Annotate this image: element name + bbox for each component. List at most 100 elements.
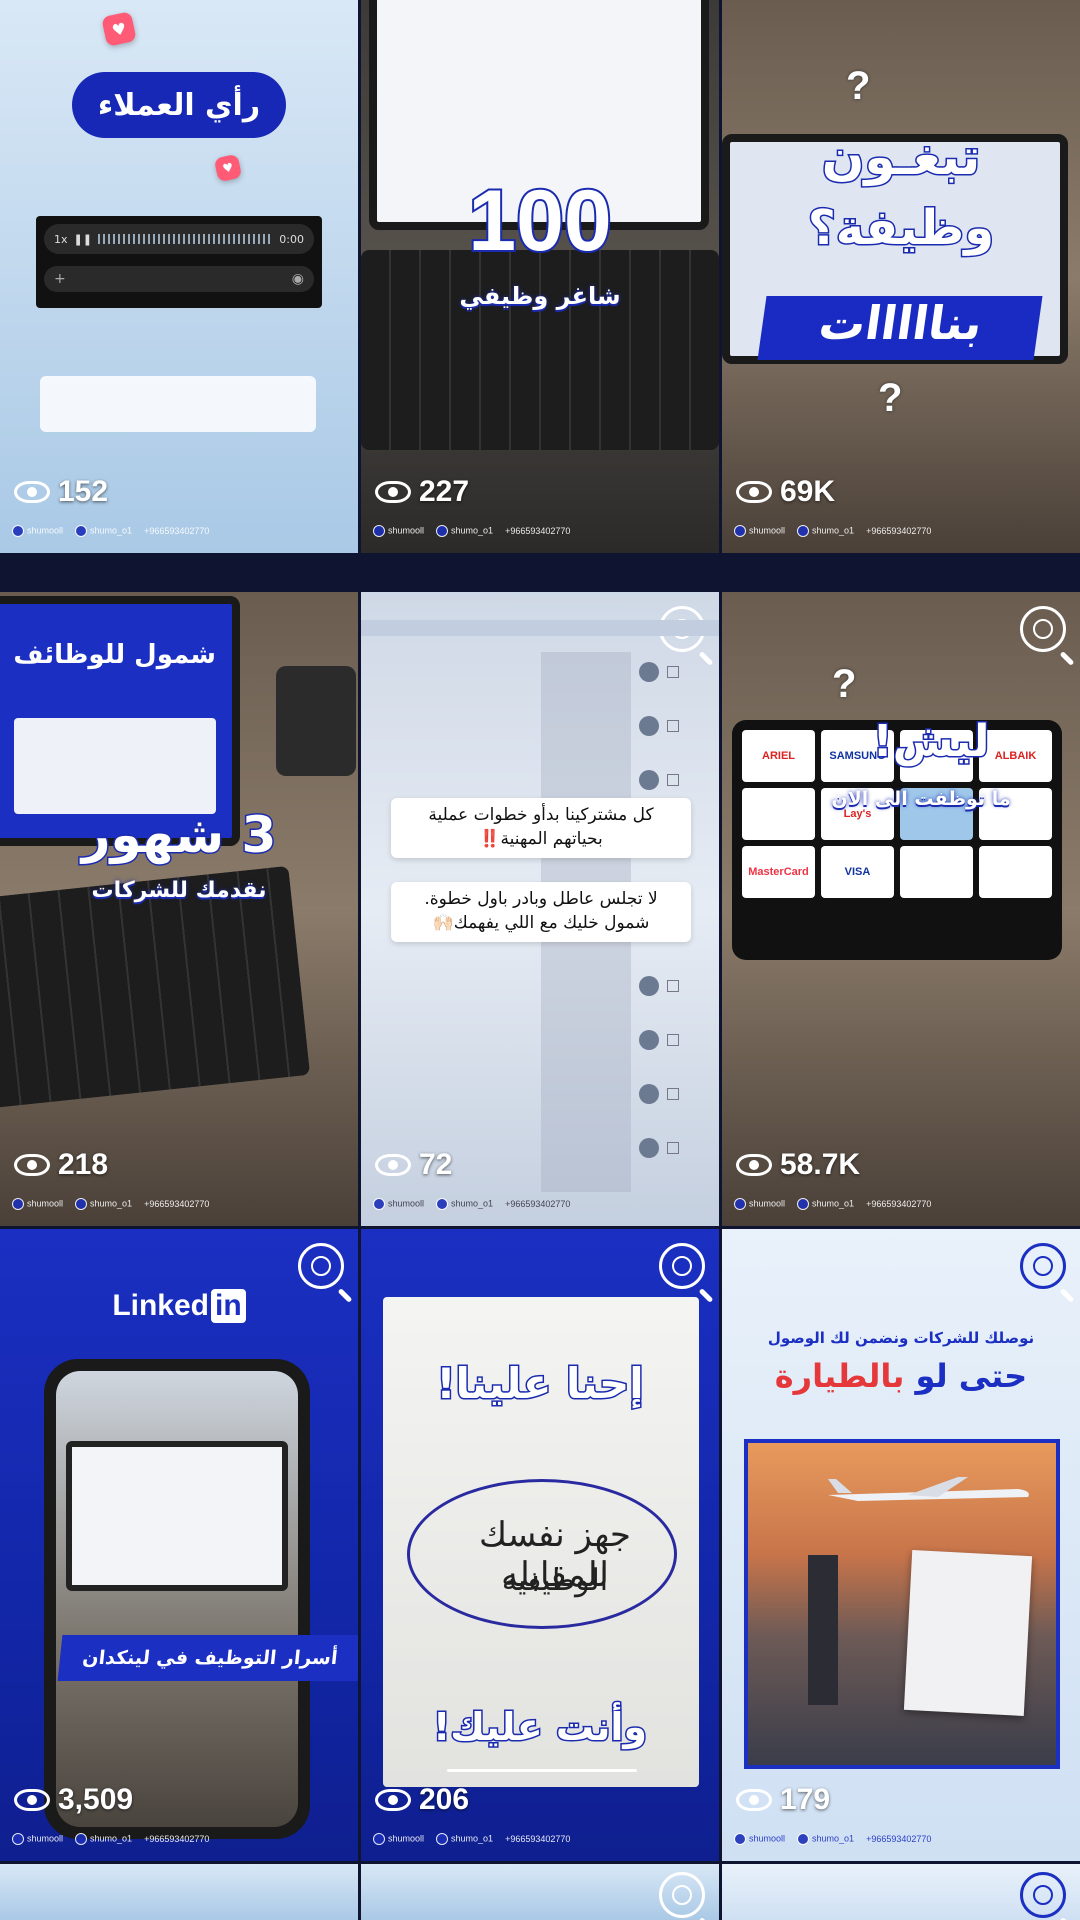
heart-icon: ♥ xyxy=(101,11,137,47)
tile-footer: shumooll shumo_o1 +966593402770 xyxy=(373,1198,570,1210)
brand-logo: VISA xyxy=(821,846,894,898)
eye-icon xyxy=(375,481,411,503)
video-tile-partial[interactable] xyxy=(722,1864,1080,1920)
list-item xyxy=(639,1134,679,1162)
instagram-icon xyxy=(797,525,810,537)
shumool-logo-icon xyxy=(659,1243,705,1289)
tiktok-icon xyxy=(734,1198,746,1210)
video-tile-why-not-hired[interactable]: ? ARIEL SAMSUNG ALBAIK Lay's MasterCard … xyxy=(722,592,1080,1226)
eye-icon xyxy=(14,1154,50,1176)
screen-header xyxy=(361,620,719,636)
headline-top: إحنا علينا! xyxy=(435,1358,645,1410)
big-number: 100 xyxy=(466,171,614,271)
eye-icon xyxy=(736,1154,772,1176)
tile-footer: shumooll shumo_o1 +966593402770 xyxy=(12,1833,209,1845)
phone-mockup xyxy=(44,1359,310,1839)
question-icon: ? xyxy=(832,662,857,706)
brand-logo xyxy=(979,846,1052,898)
eye-icon xyxy=(736,481,772,503)
instagram-icon xyxy=(75,525,88,537)
tiktok-icon xyxy=(12,525,24,537)
caption-bubble: كل مشتركينا بدأو خطوات عملية بحياتهم الم… xyxy=(391,798,691,858)
small-heading: نوصلك للشركات ونضمن لك الوصول xyxy=(767,1329,1035,1347)
shumool-logo-icon xyxy=(1020,1872,1066,1918)
view-count: 72 xyxy=(375,1148,452,1182)
blurred-card xyxy=(40,376,316,432)
video-tile-partial[interactable] xyxy=(361,1864,719,1920)
speed-label: 1x xyxy=(54,232,68,246)
subtitle: ما توظفت الى الان xyxy=(831,788,1011,810)
tiktok-icon xyxy=(373,525,385,537)
screen-title: شمول للوظائف xyxy=(13,640,216,670)
tile-footer: shumooll shumo_o1 +966593402770 xyxy=(734,1833,931,1845)
heart-icon: ♥ xyxy=(213,153,243,183)
cv-document xyxy=(903,1549,1033,1717)
instagram-icon xyxy=(797,1198,810,1210)
headline-ribbon: بنااااات xyxy=(757,296,1043,360)
kingdom-tower xyxy=(808,1555,838,1705)
camera-icon: ◉ xyxy=(291,271,304,287)
keyboard xyxy=(361,250,719,450)
screen-cards xyxy=(14,718,216,814)
video-tile-linkedin[interactable]: Linked in أسرار التوظيف في لينكدان 3,509 … xyxy=(0,1229,358,1861)
linkedin-logo: Linked in xyxy=(0,1289,358,1323)
video-tile-airplane[interactable]: نوصلك للشركات ونضمن لك الوصول حتى لو بال… xyxy=(722,1229,1080,1861)
view-count: 3,509 xyxy=(14,1783,133,1817)
video-tile-whiteboard[interactable]: إحنا علينا! جهز نفسك للمقابله الوظيفيه و… xyxy=(361,1229,719,1861)
message-input: + ◉ xyxy=(44,266,314,292)
video-tile-3-months[interactable]: شمول للوظائف 3 شهور نقدمك للشركات 218 sh… xyxy=(0,592,358,1226)
list-item xyxy=(639,766,679,794)
headline: 3 شهور xyxy=(80,805,278,866)
view-count: 218 xyxy=(14,1148,108,1182)
eye-icon xyxy=(375,1154,411,1176)
headline-line-2: وظيفة؟ xyxy=(806,199,995,258)
tile-footer: shumooll shumo_o1 +966593402770 xyxy=(373,1833,570,1845)
eye-icon xyxy=(736,1789,772,1811)
view-count: 69K xyxy=(736,475,835,509)
tile-footer: shumooll shumo_o1 +966593402770 xyxy=(12,525,209,537)
video-grid: ♥ رأي العملاء ♥ 1x ❚❚ 0:00 + ◉ 152 shumo… xyxy=(0,0,1080,1920)
list-item xyxy=(639,712,679,740)
video-tile-jobs-for-girls[interactable]: ? تبغـون وظيفة؟ بنااااات ? 69K shumooll s… xyxy=(722,0,1080,553)
tiktok-icon xyxy=(12,1833,24,1845)
subtitle: نقدمك للشركات xyxy=(91,878,267,903)
handwriting: الوظيفيه xyxy=(501,1563,609,1598)
tiktok-icon xyxy=(734,525,746,537)
view-count: 58.7K xyxy=(736,1148,860,1182)
tiktok-icon xyxy=(12,1198,24,1210)
pause-icon: ❚❚ xyxy=(73,232,92,246)
instagram-icon xyxy=(797,1833,810,1845)
list-item xyxy=(639,972,679,1000)
view-count: 206 xyxy=(375,1783,469,1817)
tiktok-icon xyxy=(734,1833,746,1845)
view-count: 227 xyxy=(375,475,469,509)
shumool-logo-icon xyxy=(1020,1243,1066,1289)
underline xyxy=(447,1769,637,1772)
brand-logo: ARIEL xyxy=(742,730,815,782)
plane-photo xyxy=(744,1439,1060,1769)
shumool-logo-icon xyxy=(659,1872,705,1918)
brand-logo: MasterCard xyxy=(742,846,815,898)
headline: حتى لو بالطيارة xyxy=(774,1357,1028,1395)
video-tile-partial[interactable] xyxy=(0,1864,358,1920)
instagram-icon xyxy=(436,1833,449,1845)
laptop-in-phone xyxy=(66,1441,288,1591)
tile-footer: shumooll shumo_o1 +966593402770 xyxy=(373,525,570,537)
view-count: 152 xyxy=(14,475,108,509)
caption-bubble: لا تجلس عاطل وبادر باول خطوة. شمول خليك … xyxy=(391,882,691,942)
headline-ribbon: أسرار التوظيف في لينكدان xyxy=(57,1635,358,1681)
waveform xyxy=(97,234,274,244)
list-item xyxy=(639,1026,679,1054)
video-tile-subscribers[interactable]: كل مشتركينا بدأو خطوات عملية بحياتهم الم… xyxy=(361,592,719,1226)
video-tile-customer-reviews[interactable]: ♥ رأي العملاء ♥ 1x ❚❚ 0:00 + ◉ 152 shumo… xyxy=(0,0,358,553)
tile-footer: shumooll shumo_o1 +966593402770 xyxy=(734,525,931,537)
video-tile-100-jobs[interactable]: 100 شاغر وظيفي 227 shumooll shumo_o1 +9665… xyxy=(361,0,719,553)
headline-bottom: وأنت عليك! xyxy=(431,1704,648,1751)
mug xyxy=(276,666,356,776)
instagram-icon xyxy=(75,1198,88,1210)
instagram-icon xyxy=(436,1198,449,1210)
view-count: 179 xyxy=(736,1783,830,1817)
subtitle: شاغر وظيفي xyxy=(459,282,621,310)
plus-icon: + xyxy=(54,271,66,287)
tile-footer: shumooll shumo_o1 +966593402770 xyxy=(12,1198,209,1210)
